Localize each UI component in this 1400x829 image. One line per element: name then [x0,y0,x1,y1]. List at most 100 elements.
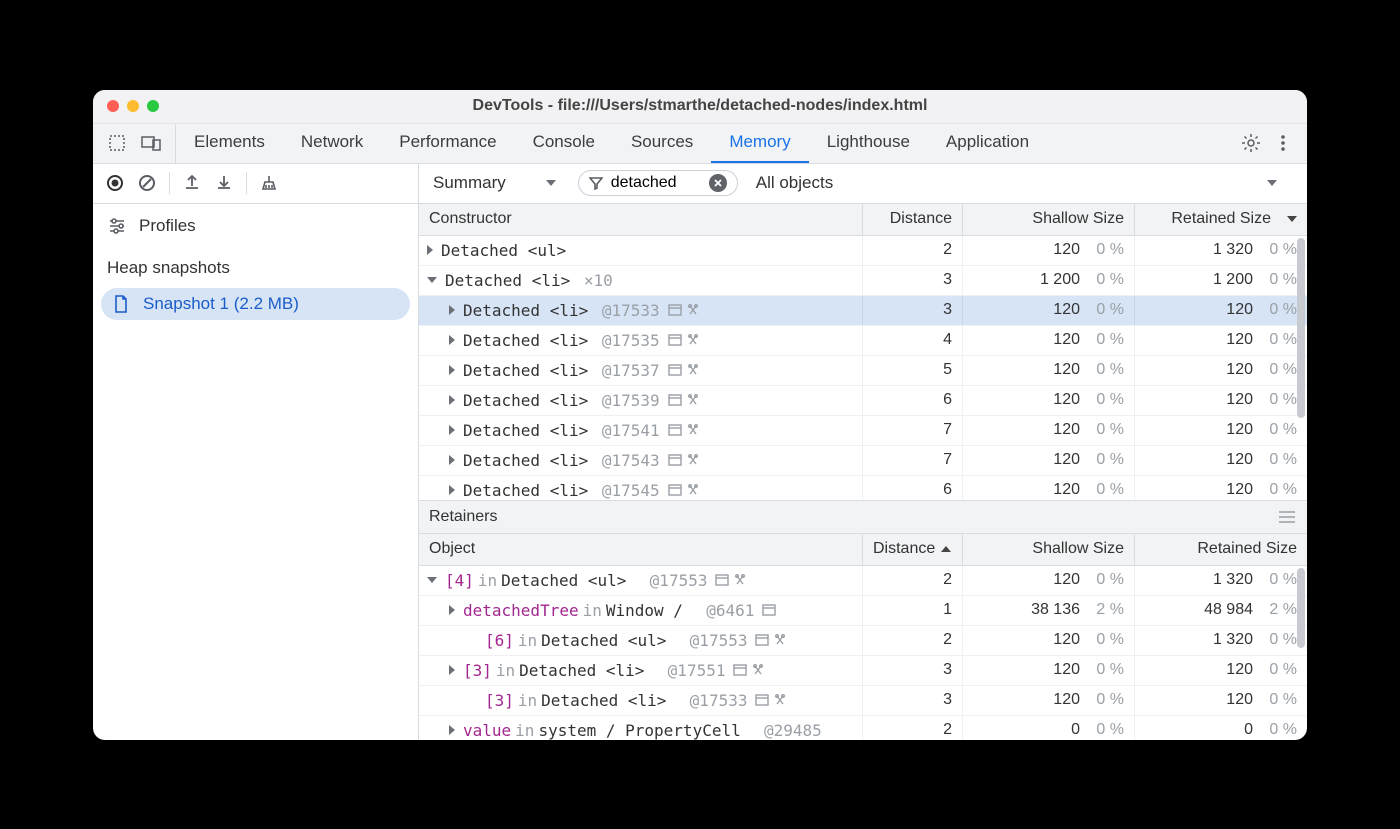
row-retained: 1 3200 % [1135,626,1307,655]
row-address: @17537 [592,361,659,380]
inspect-element-icon[interactable] [107,133,127,153]
clear-icon[interactable] [137,173,157,193]
row-label: Detached <li> [463,451,588,470]
row-label: Detached <li> [463,301,588,320]
constructor-row[interactable]: Detached <li> @17541 7 1200 % 1200 % [419,416,1307,446]
profiles-label: Profiles [139,216,196,236]
import-icon[interactable] [214,173,234,193]
tab-lighthouse[interactable]: Lighthouse [809,124,928,163]
retainer-row[interactable]: value in system / PropertyCell @29485 2 … [419,716,1307,740]
tab-memory[interactable]: Memory [711,124,808,163]
class-filter-field[interactable] [578,170,738,196]
retainer-row[interactable]: [3] in Detached <li> @17551 3 1200 % 120… [419,656,1307,686]
row-in: in [496,661,515,680]
disclosure-triangle-icon[interactable] [449,485,455,495]
tab-console[interactable]: Console [515,124,613,163]
minimize-window-button[interactable] [127,100,139,112]
menu-lines-icon[interactable] [1277,507,1297,527]
disclosure-triangle-icon[interactable] [449,305,455,315]
row-address: @17535 [592,331,659,350]
disclosure-triangle-icon[interactable] [449,725,455,735]
profiles-header[interactable]: Profiles [93,210,418,242]
row-shallow: 1200 % [963,476,1135,500]
element-icon [733,664,765,676]
kebab-menu-icon[interactable] [1273,133,1293,153]
constructor-row[interactable]: Detached <li> ×10 3 1 2000 % 1 2000 % [419,266,1307,296]
disclosure-triangle-icon[interactable] [449,605,455,615]
row-label: Detached <li> [541,691,666,710]
close-window-button[interactable] [107,100,119,112]
constructor-rows[interactable]: Detached <ul> 2 1200 % 1 3200 % Detached… [419,236,1307,500]
disclosure-triangle-icon[interactable] [449,395,455,405]
constructor-row[interactable]: Detached <li> @17545 6 1200 % 1200 % [419,476,1307,500]
constructor-row[interactable]: Detached <li> @17535 4 1200 % 1200 % [419,326,1307,356]
col-shallow[interactable]: Shallow Size [963,534,1135,565]
objects-filter-dropdown[interactable]: All objects [752,173,1297,193]
gc-broom-icon[interactable] [259,173,279,193]
constructor-row[interactable]: Detached <li> @17537 5 1200 % 1200 % [419,356,1307,386]
retainer-row[interactable]: detachedTree in Window / @6461 1 38 1362… [419,596,1307,626]
record-icon[interactable] [105,173,125,193]
retainer-row[interactable]: [4] in Detached <ul> @17553 2 1200 % 1 3… [419,566,1307,596]
disclosure-triangle-icon[interactable] [449,455,455,465]
retainers-header: Object Distance Shallow Size Retained Si… [419,534,1307,566]
row-property: detachedTree [463,601,579,620]
row-in: in [478,571,497,590]
tab-network[interactable]: Network [283,124,381,163]
col-shallow[interactable]: Shallow Size [963,204,1135,235]
settings-gear-icon[interactable] [1241,133,1261,153]
tab-sources[interactable]: Sources [613,124,711,163]
disclosure-triangle-icon[interactable] [449,425,455,435]
row-shallow: 1200 % [963,326,1135,355]
tab-elements[interactable]: Elements [176,124,283,163]
constructor-row[interactable]: Detached <ul> 2 1200 % 1 3200 % [419,236,1307,266]
maximize-window-button[interactable] [147,100,159,112]
row-distance: 6 [863,476,963,500]
snapshot-item[interactable]: Snapshot 1 (2.2 MB) [101,288,410,320]
disclosure-triangle-icon[interactable] [449,365,455,375]
constructor-row[interactable]: Detached <li> @17533 3 1200 % 1200 % [419,296,1307,326]
col-distance[interactable]: Distance [863,534,963,565]
tab-performance[interactable]: Performance [381,124,514,163]
device-toolbar-icon[interactable] [141,133,161,153]
element-icon [762,604,776,616]
separator [169,172,170,194]
scrollbar-thumb[interactable] [1297,238,1305,418]
retainer-row[interactable]: [6] in Detached <ul> @17553 2 1200 % 1 3… [419,626,1307,656]
constructor-row[interactable]: Detached <li> @17543 7 1200 % 1200 % [419,446,1307,476]
row-distance: 2 [863,716,963,740]
scrollbar-thumb[interactable] [1297,568,1305,648]
export-icon[interactable] [182,173,202,193]
disclosure-triangle-icon[interactable] [427,577,437,583]
tab-application[interactable]: Application [928,124,1047,163]
retainer-row[interactable]: [3] in Detached <li> @17533 3 1200 % 120… [419,686,1307,716]
class-filter-input[interactable] [611,174,701,192]
col-distance[interactable]: Distance [863,204,963,235]
disclosure-triangle-icon[interactable] [427,277,437,283]
col-retained[interactable]: Retained Size [1135,534,1307,565]
chevron-down-icon [546,180,556,186]
sort-desc-icon [1287,216,1297,222]
element-icon [668,484,700,496]
row-retained: 48 9842 % [1135,596,1307,625]
row-address: @29485 [745,721,822,740]
disclosure-triangle-icon[interactable] [449,335,455,345]
col-retained[interactable]: Retained Size [1135,204,1307,235]
clear-filter-icon[interactable] [709,174,727,192]
element-icon [668,394,700,406]
col-constructor[interactable]: Constructor [419,204,863,235]
row-address: @6461 [687,601,754,620]
row-distance: 3 [863,266,963,295]
constructor-row[interactable]: Detached <li> @17539 6 1200 % 1200 % [419,386,1307,416]
disclosure-triangle-icon[interactable] [449,665,455,675]
view-dropdown[interactable]: Summary [429,173,564,193]
row-label: Detached <li> [445,271,570,290]
disclosure-triangle-icon[interactable] [427,245,433,255]
retainers-rows[interactable]: [4] in Detached <ul> @17553 2 1200 % 1 3… [419,566,1307,740]
row-shallow: 1200 % [963,386,1135,415]
constructor-panel: Constructor Distance Shallow Size Retain… [419,204,1307,500]
row-label: Detached <li> [519,661,644,680]
row-retained: 1200 % [1135,356,1307,385]
col-object[interactable]: Object [419,534,863,565]
retainers-header-bar: Retainers [419,500,1307,534]
